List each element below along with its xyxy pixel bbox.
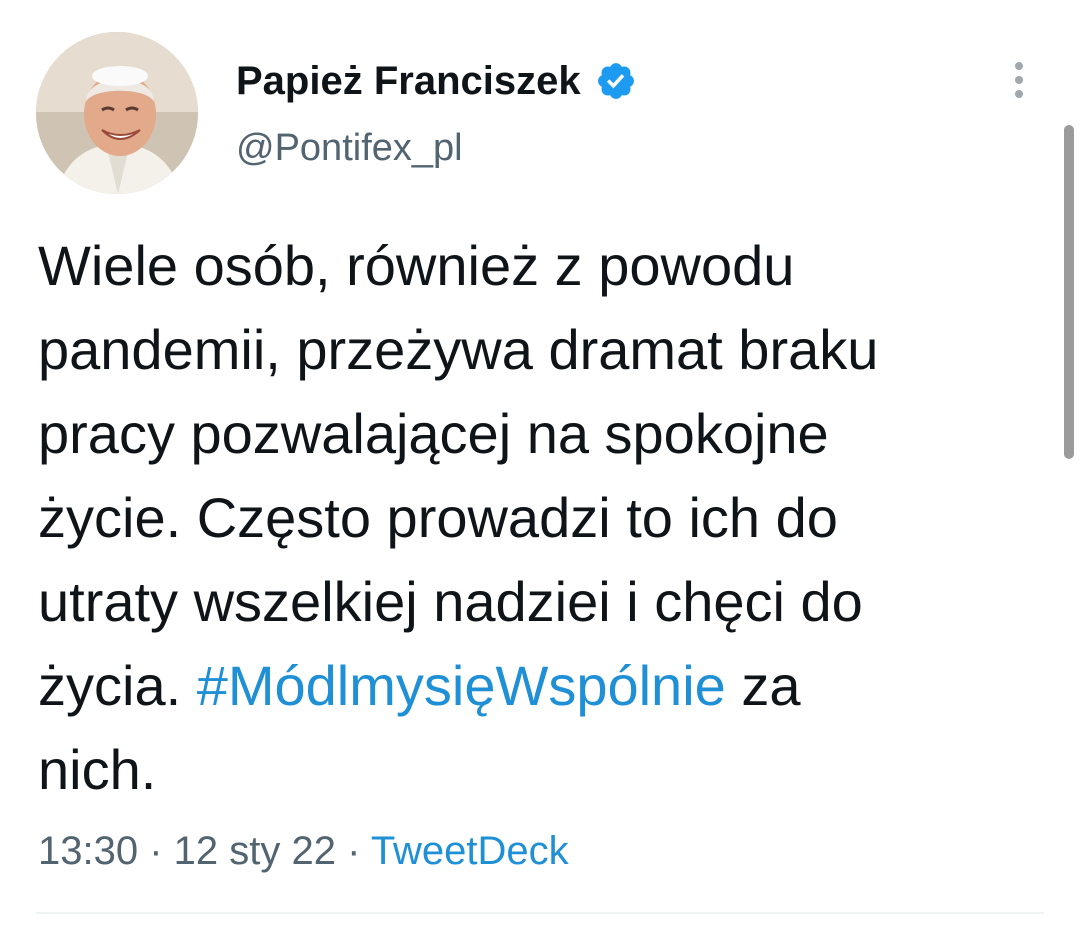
tweet-text-segment: życia. (38, 654, 197, 717)
avatar[interactable] (36, 32, 198, 194)
tweet-text-segment: za (725, 654, 801, 717)
tweet-time[interactable]: 13:30 (38, 829, 138, 873)
meta-separator: · (138, 829, 174, 873)
tweet-line: utraty wszelkiej nadziei i chęci do (38, 570, 863, 633)
avatar-photo (36, 32, 198, 194)
hashtag-link[interactable]: #MódlmysięWspólnie (197, 654, 726, 717)
tweet-line: Wiele osób, również z powodu (38, 234, 795, 297)
author-handle[interactable]: @Pontifex_pl (236, 124, 463, 172)
more-options-icon[interactable] (1004, 58, 1034, 102)
meta-separator: · (335, 829, 371, 873)
tweet-line: pracy pozwalającej na spokojne (38, 402, 829, 465)
author-name-row[interactable]: Papież Franciszek (236, 56, 637, 106)
tweet-line: pandemii, przeżywa dramat braku (38, 318, 879, 381)
tweet-text: Wiele osób, również z powodu pandemii, p… (38, 224, 1053, 812)
divider (36, 912, 1044, 914)
tweet-line: nich. (38, 738, 157, 801)
verified-badge-icon (597, 63, 634, 99)
tweet-date[interactable]: 12 sty 22 (174, 829, 336, 873)
tweet-line-hashtag: życia. #MódlmysięWspólnie za (38, 644, 1053, 728)
author-display-name[interactable]: Papież Franciszek (236, 56, 581, 106)
tweet-source-link[interactable]: TweetDeck (371, 829, 569, 873)
scrollbar[interactable] (1064, 125, 1074, 459)
tweet-metadata: 13:30 · 12 sty 22 · TweetDeck (38, 824, 569, 878)
tweet-line: życie. Często prowadzi to ich do (38, 486, 838, 549)
